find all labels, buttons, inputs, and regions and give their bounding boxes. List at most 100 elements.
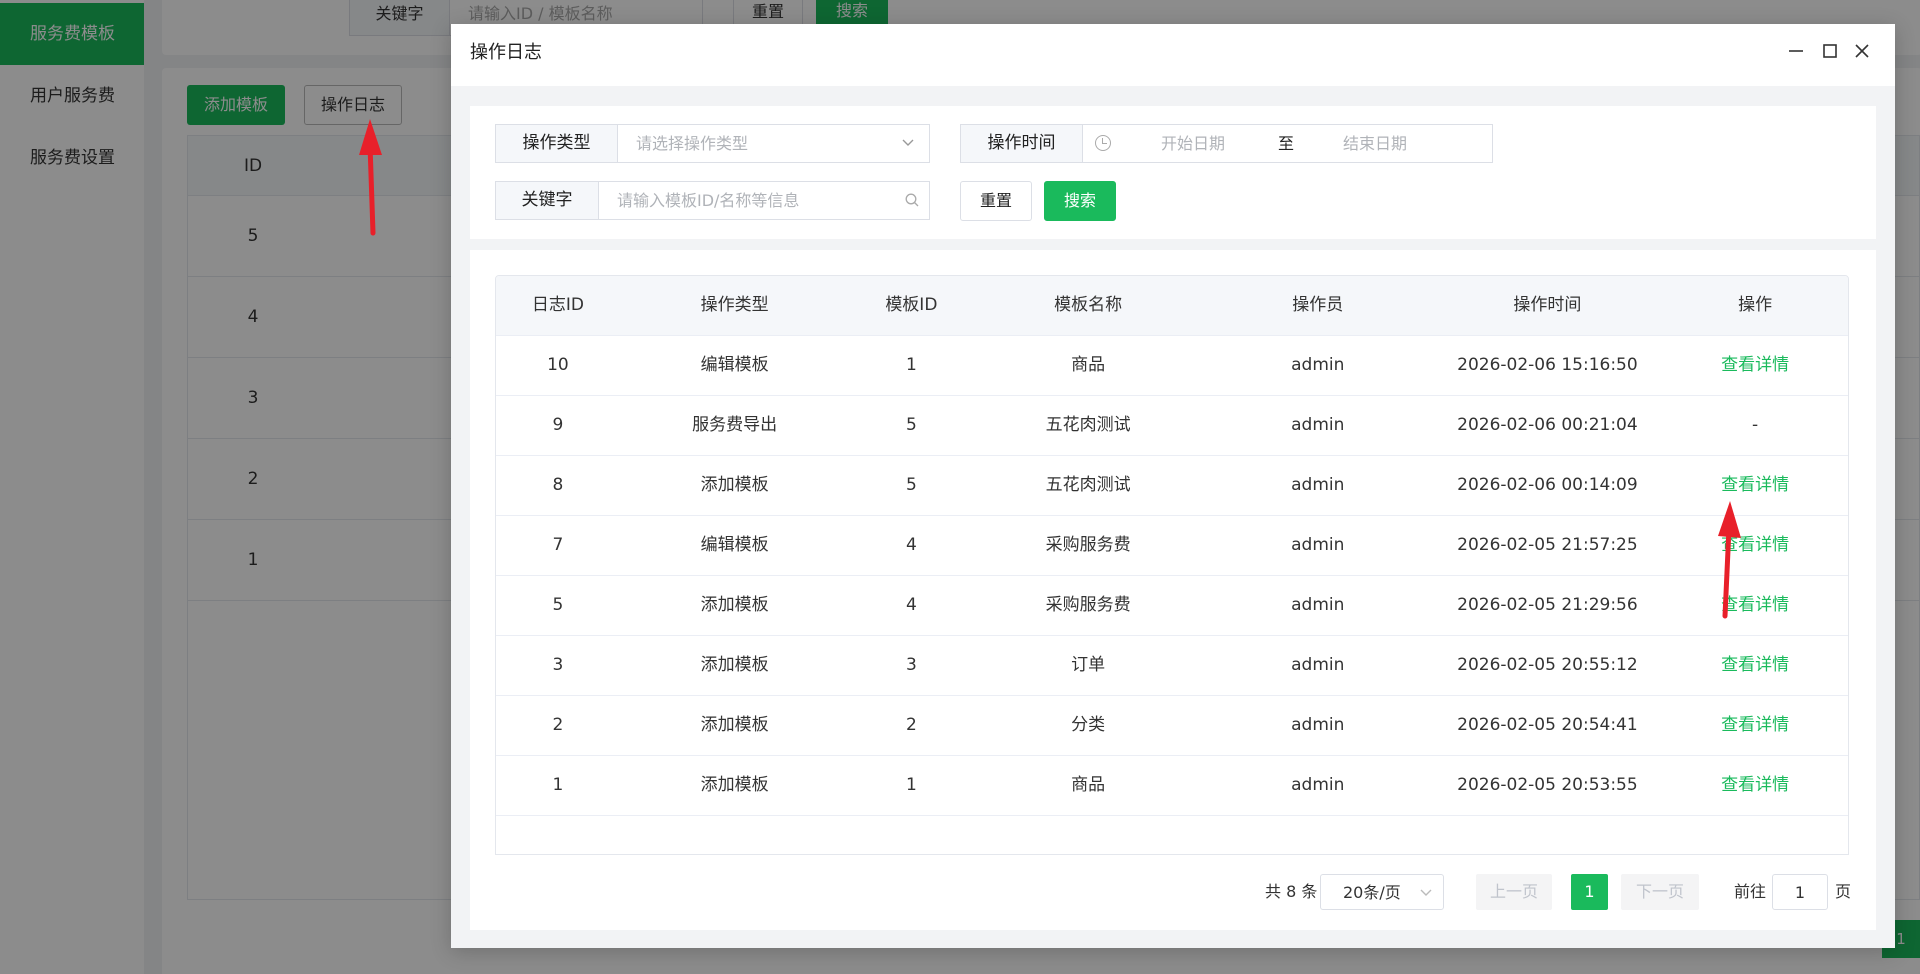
row-operator: admin (1291, 595, 1345, 615)
search-button[interactable]: 搜索 (1044, 181, 1116, 221)
operation-time-label: 操作时间 (961, 125, 1083, 162)
row-template-id: 5 (905, 475, 917, 495)
column-operation-type: 操作类型 (700, 295, 769, 315)
keyword-input[interactable]: 请输入模板ID/名称等信息 (599, 182, 929, 219)
date-range-picker[interactable]: 开始日期 至 结束日期 (1083, 125, 1492, 162)
minimize-icon[interactable] (1785, 42, 1807, 64)
view-details-link[interactable]: 查看详情 (1662, 696, 1848, 755)
row-template-id: 1 (905, 775, 917, 795)
row-operation-type: 添加模板 (700, 655, 769, 675)
row-template-name: 采购服务费 (1045, 595, 1131, 615)
next-page-button[interactable]: 下一页 (1621, 874, 1699, 910)
view-details-link[interactable]: 查看详情 (1662, 456, 1848, 515)
view-details-link[interactable]: 查看详情 (1662, 636, 1848, 695)
page-1-button[interactable]: 1 (1571, 874, 1608, 910)
row-operator: admin (1291, 535, 1345, 555)
table-row: 8 添加模板 5 五花肉测试 admin 2026-02-06 00:14:09 查看详情 (496, 456, 1848, 516)
row-operation-time: 2026-02-05 21:29:56 (1457, 595, 1638, 615)
row-operation-type: 添加模板 (700, 475, 769, 495)
row-operation-time: 2026-02-05 20:54:41 (1457, 715, 1638, 735)
row-operator: admin (1291, 415, 1345, 435)
page-size-select[interactable]: 20条/页 (1320, 874, 1444, 910)
column-operation-time: 操作时间 (1513, 295, 1582, 315)
chevron-down-icon (901, 125, 915, 177)
operation-type-select[interactable]: 请选择操作类型 (618, 125, 929, 162)
keyword-label: 关键字 (496, 182, 599, 219)
row-template-id: 5 (905, 415, 917, 435)
dialog-header: 操作日志 (451, 24, 1895, 86)
range-separator: 至 (1278, 134, 1295, 153)
row-operation-type: 添加模板 (700, 715, 769, 735)
operation-log-dialog: 操作日志 操作类型 请选择操作类型 操作时间 开始日期 至 结束日期 关键字 请… (451, 24, 1895, 948)
row-operation-time: 2026-02-05 21:57:25 (1457, 535, 1638, 555)
column-template-name: 模板名称 (1054, 295, 1123, 315)
view-details-link[interactable]: 查看详情 (1662, 336, 1848, 395)
chevron-down-icon (1419, 875, 1433, 925)
table-row: 9 服务费导出 5 五花肉测试 admin 2026-02-06 00:21:04 - (496, 396, 1848, 456)
row-template-name: 商品 (1071, 775, 1106, 795)
row-operation-time: 2026-02-06 00:14:09 (1457, 475, 1638, 495)
row-log-id: 8 (552, 475, 564, 495)
dialog-title: 操作日志 (470, 42, 542, 63)
view-details-link[interactable]: 查看详情 (1662, 756, 1848, 815)
view-details-link[interactable]: 查看详情 (1662, 516, 1848, 575)
row-template-id: 1 (905, 355, 917, 375)
table-row: 2 添加模板 2 分类 admin 2026-02-05 20:54:41 查看详情 (496, 696, 1848, 756)
operation-type-placeholder: 请选择操作类型 (636, 134, 749, 153)
table-row: 3 添加模板 3 订单 admin 2026-02-05 20:55:12 查看详情 (496, 636, 1848, 696)
row-template-id: 2 (905, 715, 917, 735)
row-operation-time: 2026-02-05 20:53:55 (1457, 775, 1638, 795)
row-template-name: 商品 (1071, 355, 1106, 375)
keyword-placeholder: 请输入模板ID/名称等信息 (617, 191, 800, 210)
row-log-id: 1 (552, 775, 564, 795)
clock-icon (1095, 135, 1111, 151)
row-template-id: 4 (905, 535, 917, 555)
row-operator: admin (1291, 475, 1345, 495)
row-operation-time: 2026-02-05 20:55:12 (1457, 655, 1638, 675)
row-template-id: 4 (905, 595, 917, 615)
pagination-total: 共 8 条 (1265, 882, 1318, 901)
table-card: 日志ID 操作类型 模板ID 模板名称 操作员 操作时间 操作 10 编辑模板 1 商… (470, 250, 1876, 930)
row-operation-type: 服务费导出 (692, 415, 778, 435)
column-template-id: 模板ID (885, 295, 938, 315)
row-log-id: 2 (552, 715, 564, 735)
table-row: 10 编辑模板 1 商品 admin 2026-02-06 15:16:50 查看详情 (496, 336, 1848, 396)
column-operator: 操作员 (1292, 295, 1344, 315)
operation-type-label: 操作类型 (496, 125, 618, 162)
row-log-id: 7 (552, 535, 564, 555)
maximize-icon[interactable] (1819, 42, 1841, 64)
row-operation-time: 2026-02-06 15:16:50 (1457, 355, 1638, 375)
start-date-input[interactable]: 开始日期 (1161, 125, 1225, 162)
operation-time-filter: 操作时间 开始日期 至 结束日期 (960, 124, 1493, 163)
close-icon[interactable] (1851, 42, 1873, 64)
row-operator: admin (1291, 355, 1345, 375)
search-icon (905, 193, 919, 207)
row-log-id: 9 (552, 415, 564, 435)
row-template-name: 五花肉测试 (1045, 475, 1131, 495)
prev-page-button[interactable]: 上一页 (1476, 874, 1552, 910)
row-action: - (1752, 415, 1759, 435)
reset-button[interactable]: 重置 (960, 181, 1032, 221)
operation-type-filter: 操作类型 请选择操作类型 (495, 124, 930, 163)
end-date-input[interactable]: 结束日期 (1343, 125, 1407, 162)
column-log-id: 日志ID (531, 295, 584, 315)
keyword-filter: 关键字 请输入模板ID/名称等信息 (495, 181, 930, 220)
goto-page-input[interactable]: 1 (1772, 874, 1828, 910)
page-size-value: 20条/页 (1343, 883, 1401, 902)
row-operator: admin (1291, 655, 1345, 675)
row-operation-type: 编辑模板 (700, 535, 769, 555)
row-template-name: 订单 (1071, 655, 1106, 675)
log-table: 日志ID 操作类型 模板ID 模板名称 操作员 操作时间 操作 10 编辑模板 1 商… (495, 275, 1849, 855)
row-template-name: 五花肉测试 (1045, 415, 1131, 435)
row-log-id: 3 (552, 655, 564, 675)
row-operator: admin (1291, 715, 1345, 735)
row-template-name: 采购服务费 (1045, 535, 1131, 555)
row-template-name: 分类 (1071, 715, 1106, 735)
table-row: 7 编辑模板 4 采购服务费 admin 2026-02-05 21:57:25 查看详情 (496, 516, 1848, 576)
row-operator: admin (1291, 775, 1345, 795)
row-operation-type: 编辑模板 (700, 355, 769, 375)
column-action: 操作 (1738, 295, 1773, 315)
view-details-link[interactable]: 查看详情 (1662, 576, 1848, 635)
table-header-row: 日志ID 操作类型 模板ID 模板名称 操作员 操作时间 操作 (496, 276, 1848, 336)
row-operation-time: 2026-02-06 00:21:04 (1457, 415, 1638, 435)
